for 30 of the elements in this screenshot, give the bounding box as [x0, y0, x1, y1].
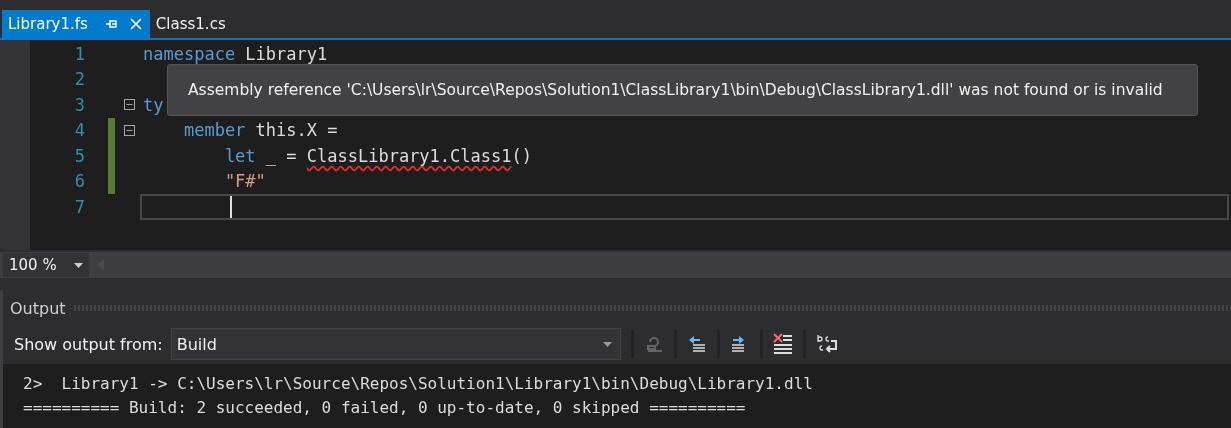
collapse-icon[interactable]	[123, 124, 135, 136]
error-tooltip: Assembly reference 'C:\Users\lr\Source\Repos\Solution1\ClassLibrary1\bin\Debug\ClassLibrary1.dll' was not found or is invalid	[167, 64, 1198, 116]
line-number: 6	[73, 171, 85, 192]
word-wrap-icon[interactable]	[815, 333, 838, 355]
output-source-dropdown[interactable]: Build	[170, 328, 621, 360]
text-caret	[230, 195, 232, 218]
code-line: ty	[143, 94, 164, 115]
caret-icon	[602, 341, 612, 347]
collapse-icon[interactable]	[123, 99, 135, 111]
show-output-label: Show output from:	[14, 334, 163, 354]
pin-icon[interactable]	[105, 19, 118, 29]
code-line: "F#"	[223, 171, 266, 192]
code-line: namespace Library1	[143, 43, 328, 64]
code-line: let _ = ClassLibrary1.Class1()	[223, 145, 532, 166]
line-number: 5	[73, 145, 85, 166]
clear-all-icon[interactable]	[772, 333, 793, 355]
document-tab[interactable]: Class1.cs	[149, 10, 234, 38]
line-number: 3	[73, 94, 85, 115]
output-line: 2> Library1 -> C:\Users\lr\Source\Repos\Solution1\Library1\bin\Debug\Library1.dll	[23, 373, 814, 395]
line-number: 7	[73, 196, 85, 217]
line-number: 1	[73, 43, 85, 64]
line-number: 4	[73, 120, 85, 141]
code-line: member this.X =	[182, 120, 338, 141]
zoom-dropdown[interactable]: 100 %	[3, 253, 89, 277]
line-number: 2	[73, 69, 85, 90]
document-tab[interactable]: Library1.fs	[2, 10, 150, 38]
caret-icon	[74, 262, 83, 268]
output-line: ========== Build: 2 succeeded, 0 failed, 0 up-to-date, 0 skipped ==========	[23, 397, 747, 419]
panel-title: Output	[10, 298, 66, 318]
close-icon[interactable]	[129, 18, 142, 30]
